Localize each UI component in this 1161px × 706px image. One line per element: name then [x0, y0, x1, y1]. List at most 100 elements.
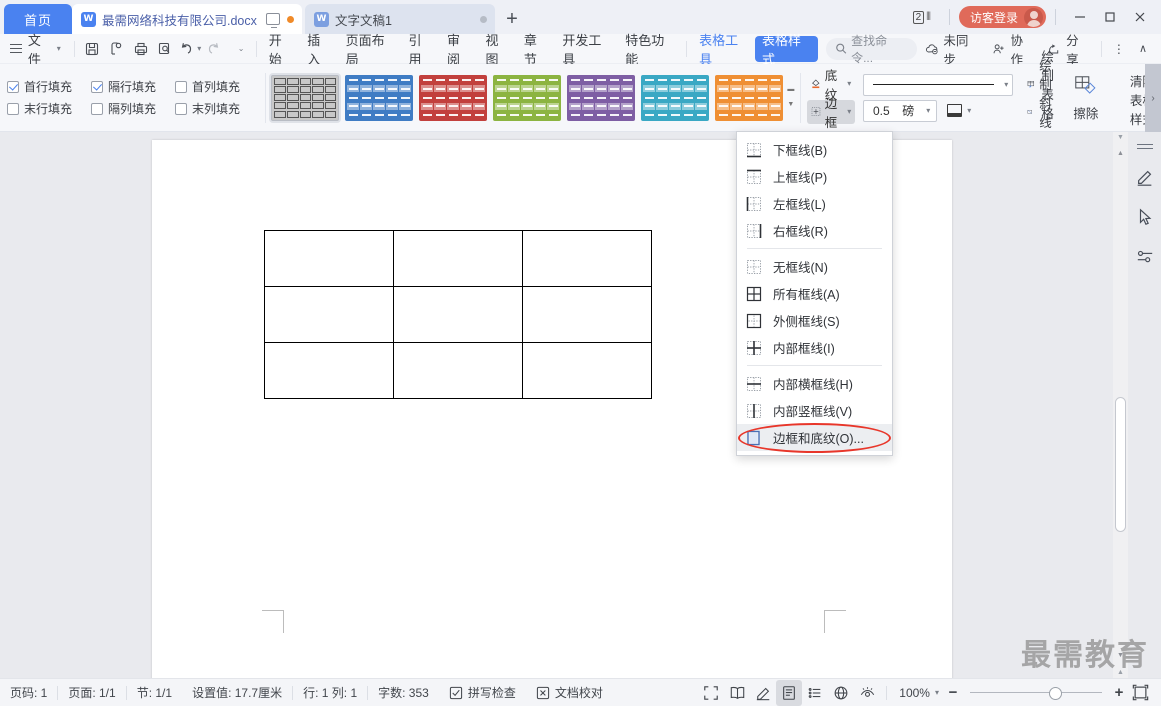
collaborate-button[interactable]: 协作 [985, 30, 1041, 68]
line-width-select[interactable]: 0.5 磅 ▾ [863, 99, 938, 122]
menu-item-borders-and-shading[interactable]: 边框和底纹(O)... [737, 424, 892, 451]
table-cell[interactable] [393, 342, 523, 399]
tab-view[interactable]: 视图 [478, 33, 516, 67]
status-page-count[interactable]: 页面: 1/1 [58, 679, 125, 706]
outline-view-icon[interactable] [802, 680, 828, 706]
redo-icon[interactable] [202, 36, 226, 62]
edit-pen-icon[interactable] [750, 680, 776, 706]
page-view-icon[interactable] [776, 679, 803, 706]
table-style-swatch[interactable] [567, 74, 636, 121]
zoom-slider[interactable] [970, 686, 1102, 700]
tab-table-styles[interactable]: 表格样式 [755, 33, 818, 67]
gallery-scroll-controls[interactable]: ▬ ▼ [787, 86, 794, 108]
menu-item-border-inside-vertical[interactable]: 内部竖框线(V) [737, 397, 892, 424]
customize-toolbar-icon[interactable]: ⌄ [226, 36, 250, 62]
settings-sliders-icon[interactable] [1133, 245, 1157, 269]
zoom-level-selector[interactable]: 100% ▾ [893, 686, 945, 700]
checkbox-header-row[interactable]: 首行填充 [7, 76, 91, 98]
file-menu-button[interactable]: 文件 ▾ [0, 30, 69, 68]
zoom-out-button[interactable]: − [945, 684, 961, 701]
document-table[interactable] [264, 230, 652, 399]
slider-knob[interactable] [1049, 686, 1062, 700]
status-spell-check[interactable]: 拼写检查 [439, 679, 526, 706]
table-cell[interactable] [264, 286, 394, 343]
print-icon[interactable] [129, 36, 153, 62]
tab-developer-tools[interactable]: 开发工具 [555, 33, 618, 67]
fit-page-icon[interactable] [1127, 680, 1153, 706]
menu-item-border-right[interactable]: 右框线(R) [737, 217, 892, 244]
table-style-swatch[interactable] [345, 74, 414, 121]
table-style-swatch[interactable] [715, 74, 784, 121]
checkbox-banded-rows[interactable]: 隔行填充 [91, 76, 175, 98]
menu-item-border-all[interactable]: 所有框线(A) [737, 280, 892, 307]
checkbox-banded-columns[interactable]: 隔列填充 [91, 98, 175, 120]
menu-item-border-top[interactable]: 上框线(P) [737, 163, 892, 190]
border-color-button[interactable]: ▾ [945, 100, 973, 122]
draw-diagonal-header-button[interactable]: 绘制斜线表头 [1027, 59, 1064, 168]
scrollbar-thumb[interactable] [1115, 397, 1126, 532]
status-proofread[interactable]: 文档校对 [526, 679, 613, 706]
menu-item-border-left[interactable]: 左框线(L) [737, 190, 892, 217]
ribbon-expand-button[interactable]: › [1145, 64, 1161, 132]
previous-page-icon[interactable]: ▼ [1115, 134, 1126, 141]
menu-item-border-inside[interactable]: 内部框线(I) [737, 334, 892, 361]
table-cell[interactable] [522, 286, 652, 343]
table-cell[interactable] [522, 342, 652, 399]
checkbox-last-row[interactable]: 末行填充 [7, 98, 91, 120]
collapse-ribbon-icon[interactable]: ∧ [1131, 36, 1155, 62]
table-style-swatch[interactable] [493, 74, 562, 121]
table-cell[interactable] [393, 286, 523, 343]
checkbox-last-column[interactable]: 末列填充 [175, 98, 259, 120]
menu-item-border-bottom[interactable]: 下框线(B) [737, 136, 892, 163]
cursor-select-icon[interactable] [1133, 205, 1157, 229]
tab-table-tools[interactable]: 表格工具 [692, 33, 755, 67]
scroll-up-arrow-icon[interactable]: ▲ [1113, 146, 1128, 160]
status-setting-value[interactable]: 设置值: 17.7厘米 [182, 679, 292, 706]
table-cell[interactable] [264, 342, 394, 399]
tab-close-dot-icon[interactable] [480, 15, 487, 23]
more-options-icon[interactable]: ⋮ [1107, 36, 1131, 62]
table-cell[interactable] [264, 230, 394, 287]
eye-protection-icon[interactable] [854, 680, 880, 706]
tab-review[interactable]: 审阅 [440, 33, 478, 67]
document-count-badge[interactable]: 2 [912, 10, 925, 24]
save-icon[interactable] [80, 36, 104, 62]
find-icon[interactable] [153, 36, 177, 62]
status-word-count[interactable]: 字数: 353 [368, 679, 439, 706]
status-section[interactable]: 节: 1/1 [127, 679, 182, 706]
search-command-box[interactable]: 查找命令... [825, 34, 918, 65]
line-style-select[interactable]: ▾ [863, 73, 1014, 96]
tab-special-features[interactable]: 特色功能 [618, 33, 681, 67]
eraser-button[interactable]: 擦除 [1072, 70, 1100, 126]
menu-item-border-none[interactable]: 无框线(N) [737, 253, 892, 280]
print-preview-icon[interactable] [104, 36, 128, 62]
guest-login-button[interactable]: 访客登录 [958, 6, 1046, 28]
zoom-in-button[interactable]: + [1111, 684, 1127, 701]
table-style-swatch[interactable] [271, 74, 340, 121]
document-tab-active[interactable]: W 最需网络科技有限公司.docx [72, 4, 302, 34]
gallery-scroll-down-icon[interactable]: ▼ [787, 101, 794, 108]
vertical-scrollbar[interactable]: ▼ ▲ ▼ ▲ [1113, 132, 1128, 678]
tab-section[interactable]: 章节 [517, 33, 555, 67]
tab-start[interactable]: 开始 [262, 33, 300, 67]
gallery-scroll-up-icon[interactable]: ▬ [787, 86, 794, 93]
table-style-swatch[interactable] [419, 74, 488, 121]
border-button[interactable]: 边框 ▾ [806, 97, 856, 130]
table-cell[interactable] [522, 230, 652, 287]
cast-icon[interactable] [266, 13, 280, 28]
web-view-icon[interactable] [828, 680, 854, 706]
tab-insert[interactable]: 插入 [300, 33, 338, 67]
tab-page-layout[interactable]: 页面布局 [339, 33, 402, 67]
status-row-column[interactable]: 行: 1 列: 1 [293, 679, 367, 706]
tab-list-icon[interactable]: ⦀ [926, 11, 931, 24]
status-page-number[interactable]: 页码: 1 [0, 679, 57, 706]
sync-status-button[interactable]: 未同步 [918, 30, 985, 68]
book-view-icon[interactable] [724, 680, 750, 706]
table-style-swatch[interactable] [641, 74, 710, 121]
fullscreen-icon[interactable] [698, 680, 724, 706]
table-cell[interactable] [393, 230, 523, 287]
checkbox-first-column[interactable]: 首列填充 [175, 76, 259, 98]
menu-item-border-inside-horizontal[interactable]: 内部横框线(H) [737, 370, 892, 397]
menu-item-border-outside[interactable]: 外侧框线(S) [737, 307, 892, 334]
undo-icon[interactable]: ▾ [177, 36, 201, 62]
